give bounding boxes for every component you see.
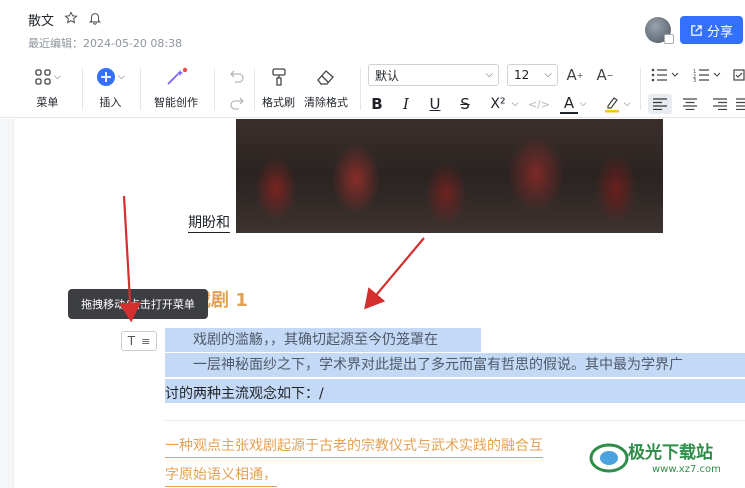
font-family-select[interactable]: 默认 ⌵: [368, 64, 499, 86]
chevron-down-icon: ⌵: [54, 72, 61, 82]
clear-format-label: 清除格式: [304, 96, 348, 109]
redo-icon[interactable]: [227, 93, 247, 113]
block-drag-handle[interactable]: T ≡: [121, 331, 157, 351]
embedded-photo[interactable]: [236, 119, 663, 233]
left-gutter: [0, 119, 14, 488]
grid-icon: [35, 69, 51, 85]
image-caption[interactable]: 期盼和: [188, 214, 230, 233]
paragraph-line[interactable]: 一层神秘面纱之下，学术界对此提出了多元而富有哲思的假说。其中最为学界广: [193, 353, 683, 377]
undo-icon[interactable]: [227, 66, 247, 86]
ai-label: 智能创作: [154, 96, 198, 109]
paragraph-line[interactable]: 一种观点主张戏剧起源于古老的宗教仪式与武术实践的融合互: [165, 435, 543, 458]
toolbar-divider: [82, 68, 83, 110]
highlighter-icon: [605, 97, 619, 113]
highlight-button[interactable]: [602, 94, 622, 114]
magic-wand-icon: [167, 67, 188, 85]
align-left-button[interactable]: [648, 94, 672, 114]
underline-button[interactable]: U: [426, 94, 444, 114]
bullet-list-button[interactable]: [650, 65, 680, 85]
font-shrink-button[interactable]: A −: [595, 65, 615, 85]
format-painter-button[interactable]: 格式刷: [262, 66, 295, 110]
bell-icon[interactable]: [88, 10, 102, 25]
bold-button[interactable]: B: [368, 94, 386, 114]
chevron-down-icon[interactable]: ⌵: [510, 94, 520, 114]
font-color-button[interactable]: A: [560, 94, 578, 114]
toolbar-divider: [214, 68, 215, 110]
watermark-brand: 极光下载站: [628, 443, 713, 463]
drag-tooltip: 拖拽移动/点击打开菜单: [68, 289, 208, 319]
paragraph-line[interactable]: 戏剧的滥觞，，其确切起源至今仍笼罩在: [193, 328, 438, 352]
font-size-value: 12: [514, 68, 530, 82]
share-label: 分享: [706, 24, 733, 40]
chevron-down-icon: ⌵: [485, 69, 493, 80]
strikethrough-button[interactable]: S: [456, 94, 474, 114]
doc-title[interactable]: 散文: [28, 10, 54, 29]
plus-circle-icon: [97, 68, 115, 86]
font-family-value: 默认: [375, 68, 400, 83]
code-button[interactable]: </>: [528, 94, 550, 114]
italic-button[interactable]: I: [397, 94, 415, 114]
divider: [165, 420, 745, 421]
insert-button[interactable]: ⌵ 插入: [96, 66, 125, 110]
brush-label: 格式刷: [262, 96, 295, 109]
star-icon[interactable]: [64, 10, 78, 24]
drag-handle-icon: ≡: [141, 334, 151, 348]
clear-format-button[interactable]: 清除格式: [304, 66, 348, 110]
toolbar-divider: [140, 68, 141, 110]
watermark-url: www.xz7.com: [652, 464, 721, 475]
align-right-button[interactable]: [710, 94, 730, 114]
toolbar-divider: [254, 68, 255, 110]
justify-button[interactable]: [736, 94, 745, 114]
svg-text:3: 3: [693, 78, 696, 82]
last-edit-time: 最近编辑：2024-05-20 08:38: [28, 37, 183, 50]
chevron-down-icon[interactable]: ⌵: [622, 94, 632, 114]
avatar-badge: [664, 34, 674, 44]
paragraph-line[interactable]: 字原始语义相通，: [165, 464, 277, 487]
menu-button[interactable]: ⌵ 菜单: [34, 66, 61, 110]
eraser-icon: [317, 70, 334, 85]
font-grow-button[interactable]: A +: [565, 65, 585, 85]
numbered-list-button[interactable]: 123: [692, 65, 722, 85]
checklist-button[interactable]: [733, 65, 745, 85]
chevron-down-icon: ⌵: [118, 72, 125, 82]
toolbar-divider: [360, 68, 361, 110]
font-grow-glyph: A: [566, 66, 577, 84]
paragraph-line[interactable]: 讨的两种主流观念如下：/: [165, 382, 324, 406]
title-bar: 散文 最近编辑：2024-05-20 08:38 分享: [0, 0, 745, 60]
ai-create-button[interactable]: 智能创作: [154, 66, 198, 110]
font-shrink-glyph: A: [596, 66, 607, 84]
font-size-select[interactable]: 12 ⌵: [507, 64, 558, 86]
toolbar-divider: [640, 68, 641, 110]
superscript-button[interactable]: X²: [486, 94, 510, 114]
paint-brush-icon: [271, 68, 286, 86]
chevron-down-icon[interactable]: ⌵: [578, 94, 588, 114]
text-type-icon: T: [127, 334, 136, 348]
share-button[interactable]: 分享: [680, 16, 743, 44]
menu-label: 菜单: [36, 96, 59, 109]
chevron-down-icon: ⌵: [544, 69, 552, 80]
share-icon: [691, 24, 702, 36]
align-center-button[interactable]: [680, 94, 700, 114]
insert-label: 插入: [99, 96, 122, 109]
